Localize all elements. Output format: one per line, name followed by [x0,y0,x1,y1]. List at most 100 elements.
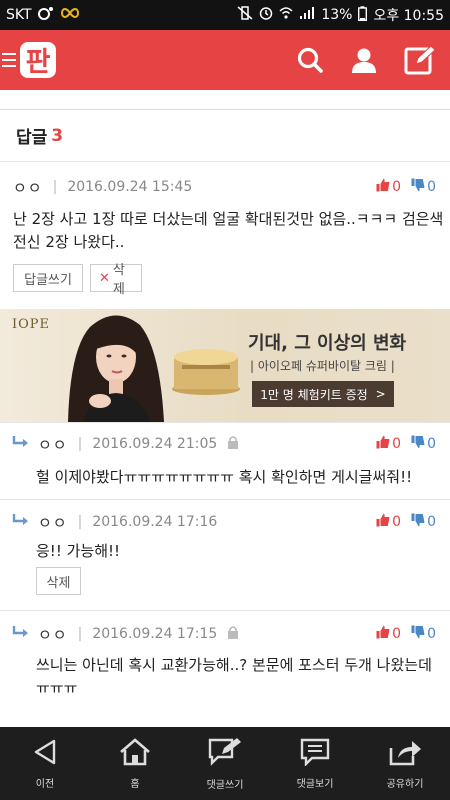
spacer [0,90,450,110]
divider [0,499,450,500]
close-icon: ✕ [99,270,110,286]
ad-model-image [68,315,164,422]
divider [0,422,450,423]
notification-icon [37,6,54,24]
clock-label: 오후 10:55 [373,8,444,24]
dislike-button[interactable]: 0 [411,513,436,531]
home-icon [119,737,151,769]
search-icon[interactable] [296,46,324,74]
ad-brand: IOPE [12,317,51,332]
like-count: 0 [392,626,402,642]
dislike-button[interactable]: 0 [411,178,436,196]
reply-label: 답글 [16,128,48,148]
battery-icon [358,5,368,25]
logo-text: 판 [26,47,51,78]
signal-icon [299,6,315,24]
ad-cta-label: 1만 명 체험키트 증정 [260,387,368,402]
reply-section-header: 답글 3 [0,110,450,162]
comment-text-line: 전신 2장 나왔다.. [13,233,125,251]
chevron-right-icon: > [375,387,386,401]
comment-text: 헐 이제야봤다ㅠㅠㅠㅠㅠㅠㅠㅠ 혹시 확인하면 게시글써줘!! [36,468,413,486]
nav-share-button[interactable]: 공유하기 [360,727,450,800]
like-count: 0 [392,514,402,530]
comment-date: 2016.09.24 15:45 [67,179,193,195]
comment-date: 2016.09.24 17:15 [92,626,218,642]
thumbs-up-icon [376,435,390,453]
like-button[interactable]: 0 [376,435,401,453]
divider [0,610,450,611]
thumbs-down-icon [411,435,425,453]
nav-back-button[interactable]: 이전 [0,727,90,800]
ad-product-image [172,349,240,395]
comment-author: ㅇㅇ [38,513,68,532]
like-button[interactable]: 0 [376,625,401,643]
nav-write-comment-label: 댓글쓰기 [206,779,244,791]
reply-item: ㅇㅇ | 2016.09.24 17:16 0 0 응!! 가능해!! 삭제 [0,508,450,595]
nav-view-comments-button[interactable]: 댓글보기 [270,727,360,800]
comment-author: ㅇㅇ [13,178,43,197]
write-icon[interactable] [404,44,436,76]
bottom-nav: 이전 홈 댓글쓰기 댓글보기 공유하기 [0,727,450,800]
dislike-count: 0 [427,626,436,642]
like-count: 0 [392,179,402,195]
ad-subline: | 아이오페 슈퍼바이탈 크림 | [250,359,395,373]
dislike-count: 0 [427,514,436,530]
reply-item: ㅇㅇ | 2016.09.24 17:15 0 0 쓰니는 아닌데 혹시 교환가… [0,620,450,700]
delete-button[interactable]: 삭제 [36,567,81,595]
dislike-button[interactable]: 0 [411,625,436,643]
reply-arrow-icon [12,624,30,644]
dislike-count: 0 [427,436,436,452]
alarm-icon [259,6,273,24]
reply-arrow-icon [12,512,30,532]
like-button[interactable]: 0 [376,513,401,531]
lock-icon [227,625,239,643]
user-icon[interactable] [350,46,378,74]
compose-comment-icon [208,737,242,770]
comment-text-line: 난 2장 사고 1장 따로 더샀는데 얼굴 확대된것만 없음..ㅋㅋㅋ 검은색 [13,210,444,228]
comment-author: ㅇㅇ [38,435,68,454]
delete-label: 삭제 [112,263,125,297]
app-header: 판 [0,30,450,90]
thumbs-down-icon [411,625,425,643]
nav-back-label: 이전 [35,778,55,790]
comment-text: 응!! 가능해!! [36,542,121,560]
nav-view-comments-label: 댓글보기 [296,778,334,790]
ad-cta-button[interactable]: 1만 명 체험키트 증정 > [252,381,394,407]
nav-home-button[interactable]: 홈 [90,727,180,800]
menu-icon[interactable] [2,52,16,68]
nav-share-label: 공유하기 [386,778,424,790]
thumbs-up-icon [376,178,390,196]
dislike-count: 0 [427,179,436,195]
lock-icon [227,435,239,453]
status-bar: SKT 13% 오후 10:55 [0,0,450,30]
thumbs-up-icon [376,513,390,531]
comment-date: 2016.09.24 17:16 [92,514,218,530]
carrier-label: SKT [6,7,32,23]
like-count: 0 [392,436,402,452]
comment-text-line: ㅠㅠㅠ [36,679,78,697]
like-button[interactable]: 0 [376,178,401,196]
comment-date: 2016.09.24 21:05 [92,436,218,452]
comment-author: ㅇㅇ [38,625,68,644]
nav-home-label: 홈 [130,778,140,790]
app-logo[interactable]: 판 [18,38,58,82]
thumbs-up-icon [376,625,390,643]
back-icon [32,738,58,769]
thumbs-down-icon [411,513,425,531]
comment-text-line: 쓰니는 아닌데 혹시 교환가능해..? 본문에 포스터 두개 나왔는데 [36,656,432,674]
delete-button[interactable]: ✕ 삭제 [90,263,142,297]
dislike-button[interactable]: 0 [411,435,436,453]
comment-item: ㅇㅇ | 2016.09.24 15:45 0 0 난 2장 사고 1장 따로 … [0,170,450,297]
ad-headline: 기대, 그 이상의 변화 [248,333,407,354]
ad-banner[interactable]: IOPE 기대, 그 이상의 변화 | 아이오페 슈퍼바이탈 크림 | 1만 명… [0,309,450,422]
reply-button[interactable]: 답글쓰기 [13,264,83,292]
vibrate-icon [237,6,253,24]
reply-arrow-icon [12,434,30,454]
battery-label: 13% [321,7,353,23]
thumbs-down-icon [411,178,425,196]
wifi-icon [279,6,293,24]
infinity-icon [60,7,80,23]
nav-write-comment-button[interactable]: 댓글쓰기 [180,727,270,800]
share-icon [388,738,422,769]
reply-count: 3 [51,125,64,146]
